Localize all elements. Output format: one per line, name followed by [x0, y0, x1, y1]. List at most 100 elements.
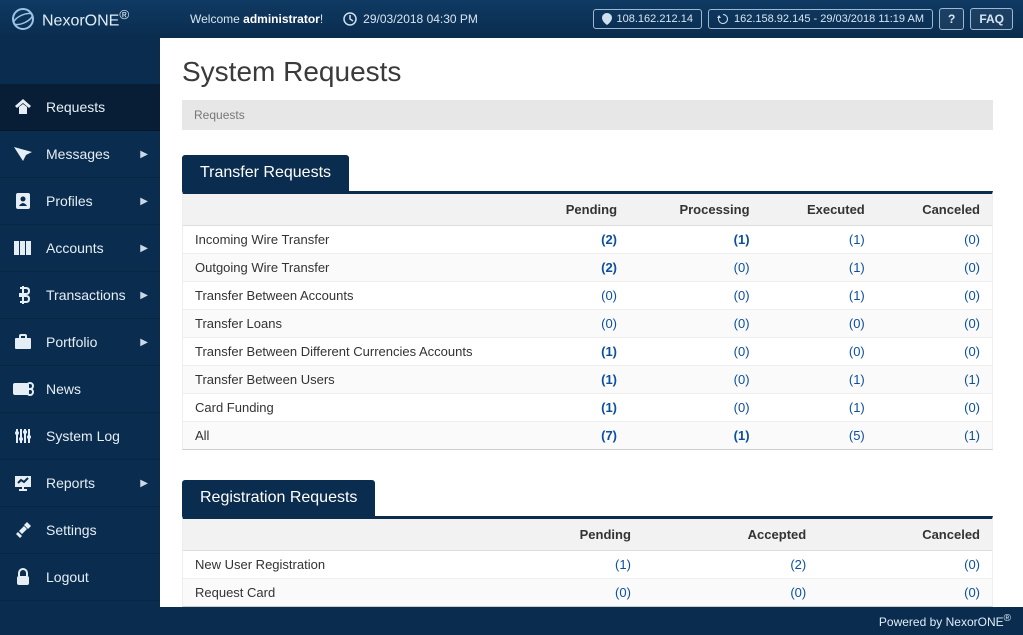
table-header: Pending	[523, 194, 629, 226]
current-ip-box[interactable]: 108.162.212.14	[593, 9, 702, 29]
messages-icon	[12, 144, 34, 164]
datetime: 29/03/2018 04:30 PM	[343, 12, 478, 26]
profiles-icon	[12, 192, 34, 210]
sidebar: RequestsMessages▶Profiles▶Accounts▶Trans…	[0, 38, 160, 635]
help-button[interactable]: ?	[939, 8, 964, 30]
sidebar-item-label: Reports	[46, 475, 128, 491]
settings-icon	[12, 520, 34, 540]
portfolio-icon	[12, 333, 34, 351]
news-icon	[12, 381, 34, 397]
brand-logo[interactable]: NexorONE®	[10, 6, 170, 32]
table-row: Transfer Between Users(1)(0)(1)(1)	[183, 366, 992, 394]
sidebar-item-label: Transactions	[46, 287, 128, 303]
sidebar-item-label: System Log	[46, 428, 148, 444]
sidebar-item-label: Portfolio	[46, 334, 128, 350]
sidebar-item-transactions[interactable]: Transactions▶	[0, 272, 160, 319]
pin-icon	[602, 13, 612, 25]
faq-button[interactable]: FAQ	[970, 8, 1013, 30]
sidebar-item-label: Logout	[46, 569, 148, 585]
count-cell[interactable]: (0)	[629, 338, 762, 366]
row-name: Request Card	[183, 579, 483, 607]
page-title: System Requests	[182, 56, 993, 88]
sidebar-item-logout[interactable]: Logout	[0, 554, 160, 601]
table-header	[183, 519, 483, 551]
last-login-box[interactable]: 162.158.92.145 - 29/03/2018 11:19 AM	[708, 9, 933, 29]
count-cell[interactable]: (1)	[523, 366, 629, 394]
count-cell[interactable]: (7)	[523, 422, 629, 450]
sidebar-item-label: News	[46, 381, 148, 397]
chevron-right-icon: ▶	[140, 243, 148, 254]
count-cell[interactable]: (1)	[523, 338, 629, 366]
table-header	[183, 194, 523, 226]
count-cell[interactable]: (0)	[877, 394, 992, 422]
sidebar-item-accounts[interactable]: Accounts ▶	[0, 225, 160, 272]
sidebar-item-news[interactable]: News	[0, 366, 160, 413]
row-name: Transfer Loans	[183, 310, 523, 338]
chevron-right-icon: ▶	[140, 478, 148, 489]
sidebar-item-reports[interactable]: Reports ▶	[0, 460, 160, 507]
count-cell[interactable]: (0)	[818, 579, 992, 607]
count-cell[interactable]: (0)	[877, 254, 992, 282]
count-cell[interactable]: (0)	[818, 551, 992, 579]
sidebar-item-profiles[interactable]: Profiles▶	[0, 178, 160, 225]
count-cell[interactable]: (0)	[877, 310, 992, 338]
sidebar-item-settings[interactable]: Settings	[0, 507, 160, 554]
transactions-icon	[12, 285, 34, 305]
count-cell[interactable]: (0)	[877, 226, 992, 254]
count-cell[interactable]: (1)	[762, 366, 877, 394]
count-cell[interactable]: (1)	[762, 226, 877, 254]
sidebar-item-messages[interactable]: Messages ▶	[0, 131, 160, 178]
panel-title: Transfer Requests	[182, 155, 349, 191]
sidebar-item-label: Accounts	[46, 240, 128, 256]
count-cell[interactable]: (0)	[629, 310, 762, 338]
count-cell[interactable]: (2)	[523, 254, 629, 282]
count-cell[interactable]: (1)	[483, 551, 643, 579]
registration-requests-table: PendingAcceptedCanceled New User Registr…	[183, 519, 992, 606]
main-content: System Requests Requests Transfer Reques…	[160, 38, 1023, 635]
count-cell[interactable]: (2)	[523, 226, 629, 254]
row-name: Incoming Wire Transfer	[183, 226, 523, 254]
count-cell[interactable]: (0)	[629, 254, 762, 282]
count-cell[interactable]: (1)	[629, 422, 762, 450]
count-cell[interactable]: (5)	[762, 422, 877, 450]
topbar: NexorONE® Welcome administrator! 29/03/2…	[0, 0, 1023, 38]
sidebar-item-label: Profiles	[46, 193, 128, 209]
count-cell[interactable]: (0)	[629, 394, 762, 422]
count-cell[interactable]: (0)	[483, 579, 643, 607]
table-header: Executed	[762, 194, 877, 226]
count-cell[interactable]: (0)	[629, 366, 762, 394]
row-name: Transfer Between Accounts	[183, 282, 523, 310]
count-cell[interactable]: (1)	[877, 366, 992, 394]
sidebar-item-portfolio[interactable]: Portfolio▶	[0, 319, 160, 366]
count-cell[interactable]: (1)	[762, 394, 877, 422]
count-cell[interactable]: (1)	[762, 254, 877, 282]
count-cell[interactable]: (1)	[877, 422, 992, 450]
sidebar-item-label: Messages	[46, 146, 128, 162]
transfer-requests-table: PendingProcessingExecutedCanceled Incomi…	[183, 194, 992, 449]
table-row: All(7)(1)(5)(1)	[183, 422, 992, 450]
table-row: Incoming Wire Transfer(2)(1)(1)(0)	[183, 226, 992, 254]
registration-requests-panel: Registration Requests PendingAcceptedCan…	[182, 480, 993, 607]
count-cell[interactable]: (0)	[762, 338, 877, 366]
chevron-right-icon: ▶	[140, 149, 148, 160]
count-cell[interactable]: (0)	[523, 282, 629, 310]
count-cell[interactable]: (1)	[523, 394, 629, 422]
count-cell[interactable]: (0)	[629, 282, 762, 310]
count-cell[interactable]: (0)	[523, 310, 629, 338]
count-cell[interactable]: (0)	[643, 579, 818, 607]
row-name: Transfer Between Different Currencies Ac…	[183, 338, 523, 366]
count-cell[interactable]: (0)	[877, 282, 992, 310]
sidebar-item-system-log[interactable]: System Log	[0, 413, 160, 460]
count-cell[interactable]: (0)	[762, 310, 877, 338]
count-cell[interactable]: (0)	[877, 338, 992, 366]
sidebar-item-requests[interactable]: Requests	[0, 84, 160, 131]
requests-icon	[12, 97, 34, 117]
count-cell[interactable]: (1)	[762, 282, 877, 310]
table-header: Canceled	[818, 519, 992, 551]
reports-icon	[12, 474, 34, 492]
count-cell[interactable]: (2)	[643, 551, 818, 579]
clock-icon	[343, 12, 357, 26]
count-cell[interactable]: (1)	[629, 226, 762, 254]
accounts-icon	[12, 239, 34, 257]
row-name: Card Funding	[183, 394, 523, 422]
